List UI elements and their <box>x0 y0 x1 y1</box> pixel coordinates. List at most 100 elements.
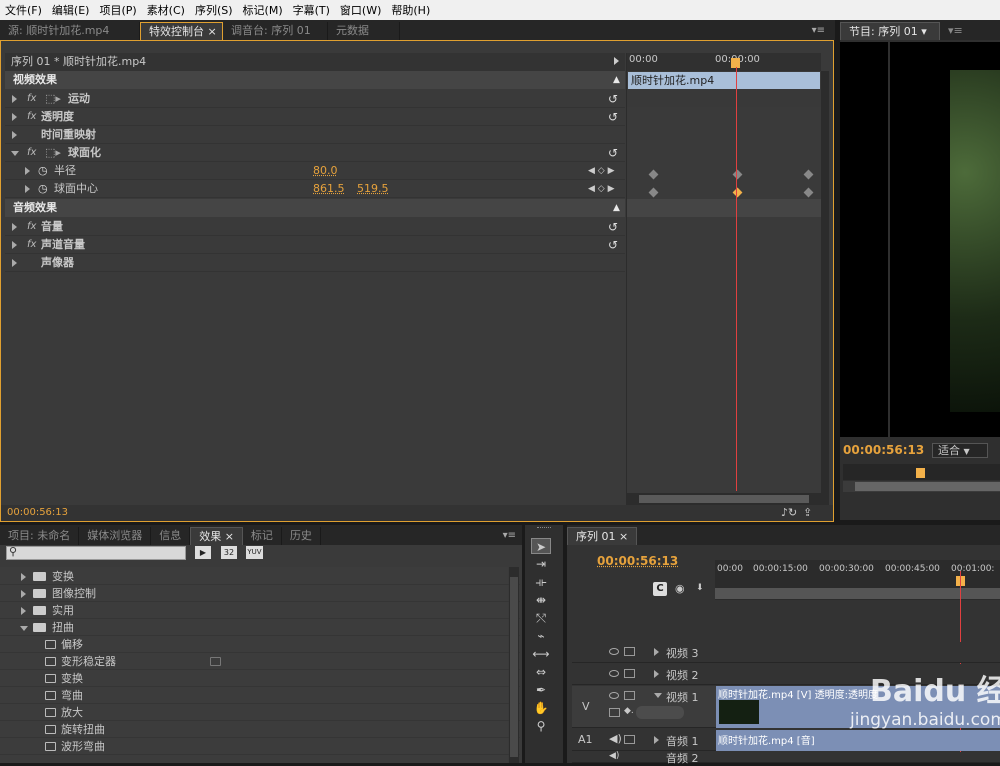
menu-marker[interactable]: 标记(M) <box>238 2 288 18</box>
rate-stretch-tool-icon[interactable]: ⤲ <box>531 610 551 626</box>
program-timecode[interactable]: 00:00:56:13 <box>843 443 924 457</box>
tab-history[interactable]: 历史 <box>282 527 321 545</box>
tab-info[interactable]: 信息 <box>151 527 190 545</box>
tab-project[interactable]: 项目: 未命名 <box>0 527 79 545</box>
keyframe-nav-icon[interactable]: ◀ ◇ ▶ <box>588 162 615 180</box>
source-label[interactable]: V <box>582 700 590 713</box>
ec-timecode[interactable]: 00:00:56:13 <box>7 507 68 518</box>
reset-icon[interactable]: ↺ <box>608 236 618 254</box>
effect-item[interactable]: 变形稳定器 <box>0 653 520 670</box>
dropdown-icon[interactable]: ▾ <box>921 25 927 38</box>
expand-icon[interactable] <box>12 95 17 103</box>
marker-icon[interactable]: ⬇ <box>696 583 704 593</box>
selection-tool-icon[interactable]: ➤ <box>531 538 551 554</box>
ripple-edit-tool-icon[interactable]: ⟛ <box>531 574 551 590</box>
effect-row-volume[interactable]: fx 音量 ↺ <box>5 218 625 236</box>
razor-tool-icon[interactable]: ⌁ <box>531 628 551 644</box>
yuv-icon[interactable]: YUV <box>246 546 263 559</box>
tab-metadata[interactable]: 元数据 <box>328 22 400 40</box>
stopwatch-icon[interactable]: ◷ <box>38 162 48 180</box>
close-icon[interactable]: × <box>208 25 217 38</box>
scroll-thumb[interactable] <box>510 577 518 757</box>
keyframe-selected[interactable] <box>733 188 743 198</box>
lock-icon[interactable] <box>624 735 635 744</box>
keyframe-ruler[interactable]: 00:00 00:00:00 <box>627 53 821 71</box>
timeline-timecode[interactable]: 00:00:56:13 <box>597 554 678 568</box>
slip-tool-icon[interactable]: ⟷ <box>531 646 551 662</box>
effect-row-motion[interactable]: fx ⬚▸ 运动 ↺ <box>5 90 625 108</box>
speaker-icon[interactable]: ◀) <box>609 751 619 761</box>
export-icon[interactable]: ⇪ <box>803 506 812 519</box>
scroll-thumb[interactable] <box>639 495 809 503</box>
menu-edit[interactable]: 编辑(E) <box>47 2 95 18</box>
kf-vscrollbar[interactable] <box>821 71 829 505</box>
expand-icon[interactable] <box>25 167 30 175</box>
effect-item[interactable]: 变换 <box>0 670 520 687</box>
panel-menu-icon[interactable]: ▾≡ <box>812 22 825 40</box>
program-time-ruler[interactable] <box>843 464 1000 480</box>
keyframe-nav-icon[interactable]: ◀ ◇ ▶ <box>588 180 615 198</box>
32bit-icon[interactable]: 32 <box>221 546 237 559</box>
expand-icon[interactable] <box>21 590 26 598</box>
center-x-value[interactable]: 861.5 <box>313 180 345 198</box>
expand-icon[interactable] <box>25 185 30 193</box>
expand-icon[interactable] <box>21 607 26 615</box>
close-icon[interactable]: × <box>619 530 628 543</box>
reset-icon[interactable]: ↺ <box>608 108 618 126</box>
hand-tool-icon[interactable]: ✋ <box>531 700 551 716</box>
tab-effect-controls[interactable]: 特效控制台 × <box>140 22 223 40</box>
kf-scrollbar[interactable] <box>627 493 821 505</box>
keyframe[interactable] <box>733 170 743 180</box>
effect-item[interactable]: 偏移 <box>0 636 520 653</box>
collapse-icon[interactable] <box>20 626 28 631</box>
effect-row-time-remap[interactable]: 时间重映射 <box>5 126 625 144</box>
tab-program[interactable]: 节目: 序列 01 ▾ <box>840 22 940 40</box>
lock-icon[interactable] <box>624 669 635 678</box>
collapse-icon[interactable]: ▲ <box>613 71 620 89</box>
menu-clip[interactable]: 素材(C) <box>142 2 190 18</box>
folder-utility[interactable]: 实用 <box>0 602 520 619</box>
expand-icon[interactable] <box>12 241 17 249</box>
panel-menu-icon[interactable]: ▾≡ <box>940 22 971 40</box>
menu-file[interactable]: 文件(F) <box>0 2 47 18</box>
expand-icon[interactable] <box>12 131 17 139</box>
add-marker-icon[interactable]: ◉ <box>675 582 685 595</box>
lock-icon[interactable] <box>624 691 635 700</box>
tab-markers[interactable]: 标记 <box>243 527 282 545</box>
tab-media-browser[interactable]: 媒体浏览器 <box>79 527 151 545</box>
keyframe-area[interactable]: 00:00 00:00:00 顺时针加花.mp4 <box>626 53 820 505</box>
effects-scrollbar[interactable] <box>509 567 519 763</box>
keyframe[interactable] <box>649 188 659 198</box>
tab-effects[interactable]: 效果 × <box>190 527 243 545</box>
stopwatch-icon[interactable]: ◷ <box>38 180 48 198</box>
folder-transform[interactable]: 变换 <box>0 568 520 585</box>
search-input[interactable]: ⚲ <box>6 546 186 560</box>
pen-tool-icon[interactable]: ✒ <box>531 682 551 698</box>
eye-icon[interactable] <box>609 692 619 699</box>
fx-icon[interactable]: fx <box>27 108 36 126</box>
effect-row-opacity[interactable]: fx 透明度 ↺ <box>5 108 625 126</box>
keyframe[interactable] <box>649 170 659 180</box>
expand-icon[interactable] <box>654 670 659 678</box>
keyframe[interactable] <box>804 170 814 180</box>
tab-source[interactable]: 源: 顺时针加花.mp4 <box>0 22 140 40</box>
fit-dropdown[interactable]: 适合 ▼ <box>932 443 988 458</box>
eye-icon[interactable] <box>609 670 619 677</box>
radius-value[interactable]: 80.0 <box>313 162 338 180</box>
reset-icon[interactable]: ↺ <box>608 218 618 236</box>
snap-icon[interactable]: C <box>653 582 667 596</box>
slide-tool-icon[interactable]: ⇔ <box>531 664 551 680</box>
playhead-marker-icon[interactable] <box>916 468 925 478</box>
display-style-icon[interactable] <box>609 708 620 717</box>
effect-row-channel-volume[interactable]: fx 声道音量 ↺ <box>5 236 625 254</box>
loop-audio-icon[interactable]: ♪↻ <box>781 506 797 519</box>
fx-icon[interactable]: fx <box>27 236 36 254</box>
collapse-icon[interactable] <box>11 151 19 156</box>
expand-icon[interactable] <box>12 113 17 121</box>
menu-sequence[interactable]: 序列(S) <box>190 2 238 18</box>
menu-project[interactable]: 项目(P) <box>94 2 141 18</box>
expand-icon[interactable] <box>12 223 17 231</box>
speaker-icon[interactable]: ◀) <box>609 732 622 745</box>
menu-window[interactable]: 窗口(W) <box>335 2 386 18</box>
work-area-bar[interactable] <box>715 588 1000 599</box>
